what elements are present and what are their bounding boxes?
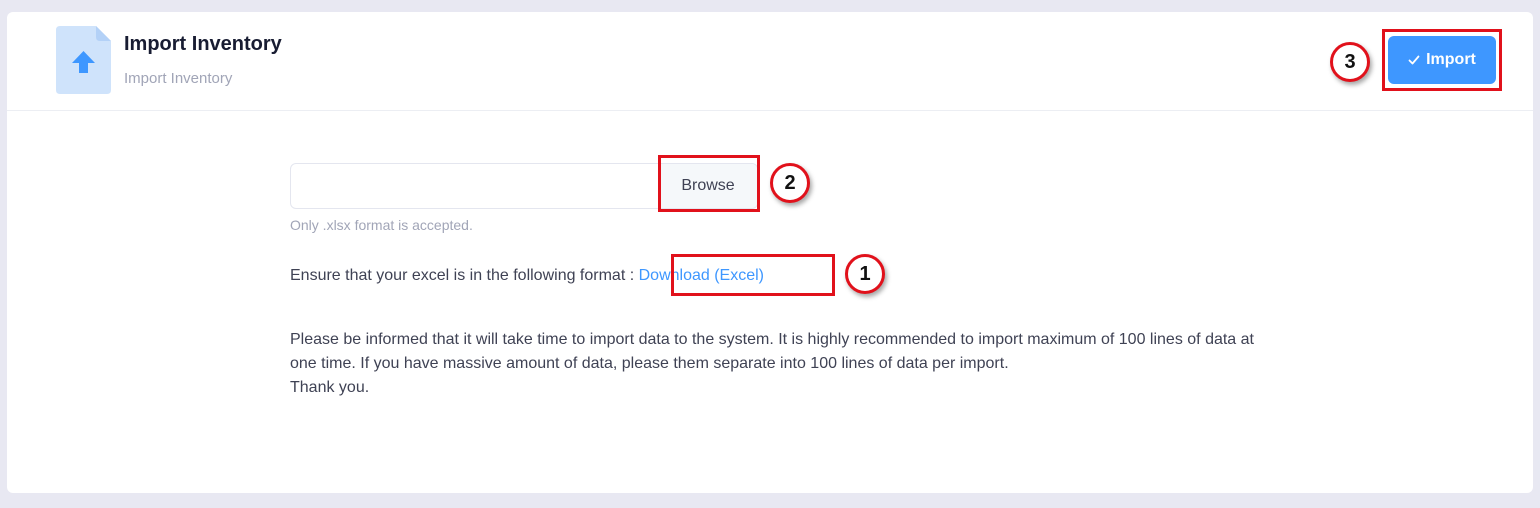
annotation-marker-2: 2 [770, 163, 810, 203]
info-paragraph: Please be informed that it will take tim… [290, 331, 1254, 372]
file-upload-icon [56, 26, 111, 94]
download-excel-link[interactable]: Download (Excel) [639, 267, 764, 284]
browse-button[interactable]: Browse [658, 164, 757, 208]
import-card: Import Inventory Import Inventory Import… [7, 12, 1533, 493]
format-instruction: Ensure that your excel is in the followi… [290, 267, 764, 285]
annotation-marker-3: 3 [1330, 42, 1370, 82]
file-format-hint: Only .xlsx format is accepted. [290, 217, 473, 233]
file-path-display[interactable] [291, 164, 659, 208]
page-subtitle: Import Inventory [124, 70, 233, 87]
page-title: Import Inventory [124, 33, 282, 55]
format-text: Ensure that your excel is in the followi… [290, 267, 639, 284]
card-header: Import Inventory Import Inventory Import [7, 12, 1533, 111]
annotation-marker-1: 1 [845, 254, 885, 294]
import-button[interactable]: Import [1388, 36, 1496, 84]
import-button-label: Import [1426, 51, 1476, 68]
import-info: Please be informed that it will take tim… [290, 328, 1265, 400]
file-upload-field[interactable]: Browse [290, 163, 758, 209]
check-icon [1408, 55, 1420, 65]
thank-you-text: Thank you. [290, 379, 370, 396]
